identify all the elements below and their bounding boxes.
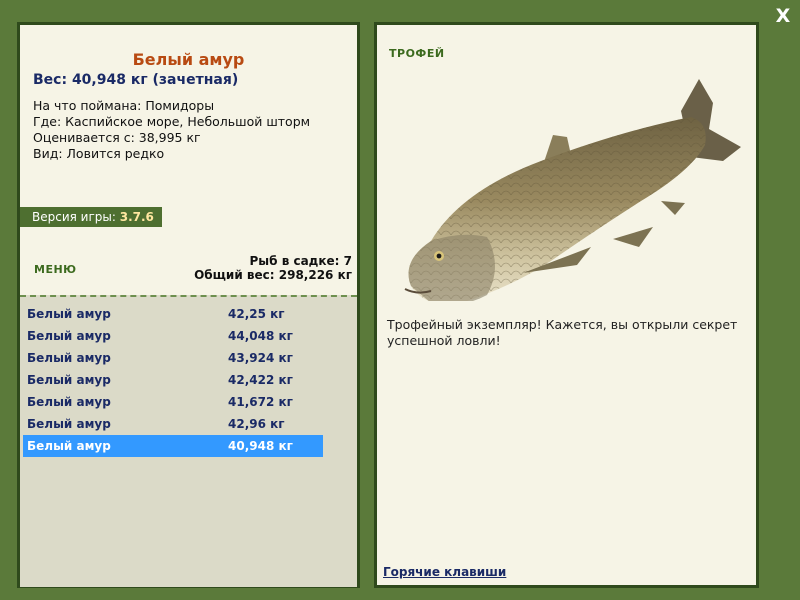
grass-carp-image [404,79,741,301]
fish-weight: Вес: 40,948 кг (зачетная) [33,72,239,88]
fish-weight-value: 43,924 кг [228,351,293,365]
version-number: 3.7.6 [119,210,154,224]
cage-total-weight: Общий вес: 298,226 кг [194,268,352,282]
rarity-info: Вид: Ловится редко [33,146,165,161]
list-item-selected[interactable]: Белый амур 40,948 кг [23,435,323,457]
trophy-description: Трофейный экземпляр! Кажется, вы открыли… [387,317,738,348]
catch-info-panel: Белый амур Вес: 40,948 кг (зачетная) На … [17,22,360,588]
list-item[interactable]: Белый амур 42,25 кг [23,303,323,325]
list-item[interactable]: Белый амур 44,048 кг [23,325,323,347]
place-info: Где: Каспийское море, Небольшой шторм [33,114,311,129]
list-item[interactable]: Белый амур 42,422 кг [23,369,323,391]
fish-weight-value: 41,672 кг [228,395,293,409]
fish-list[interactable]: Белый амур 42,25 кг Белый амур 44,048 кг Б… [20,295,357,587]
hotkeys-link[interactable]: Горячие клавиши [383,565,506,579]
close-button[interactable]: X [773,6,793,26]
fish-weight-value: 42,25 кг [228,307,285,321]
fish-weight-value: 40,948 кг [228,439,293,453]
cage-summary: Рыб в садке: 7 Общий вес: 298,226 кг [194,254,352,282]
fish-name: Белый амур [27,329,111,343]
cage-count: Рыб в садке: 7 [249,254,353,268]
list-item[interactable]: Белый амур 41,672 кг [23,391,323,413]
fish-title: Белый амур [132,50,245,69]
menu-button[interactable]: МЕНЮ [34,263,77,276]
version-label: Версия игры: [32,210,116,224]
fish-name: Белый амур [27,417,111,431]
trophy-panel: ТРОФЕЙ Трофейный экземпляр! Кажется, вы … [374,22,759,588]
list-item[interactable]: Белый амур 42,96 кг [23,413,323,435]
fish-name: Белый амур [27,351,111,365]
list-item[interactable]: Белый амур 43,924 кг [23,347,323,369]
value-info: Оценивается с: 38,995 кг [33,130,201,145]
fish-weight-value: 44,048 кг [228,329,293,343]
bait-info: На что поймана: Помидоры [33,98,215,113]
fish-weight-value: 42,96 кг [228,417,285,431]
fish-name: Белый амур [27,395,111,409]
fish-name: Белый амур [27,373,111,387]
fish-name: Белый амур [27,307,111,321]
version-bar: Версия игры: 3.7.6 [20,207,162,227]
fish-name: Белый амур [27,439,111,453]
fish-weight-value: 42,422 кг [228,373,293,387]
